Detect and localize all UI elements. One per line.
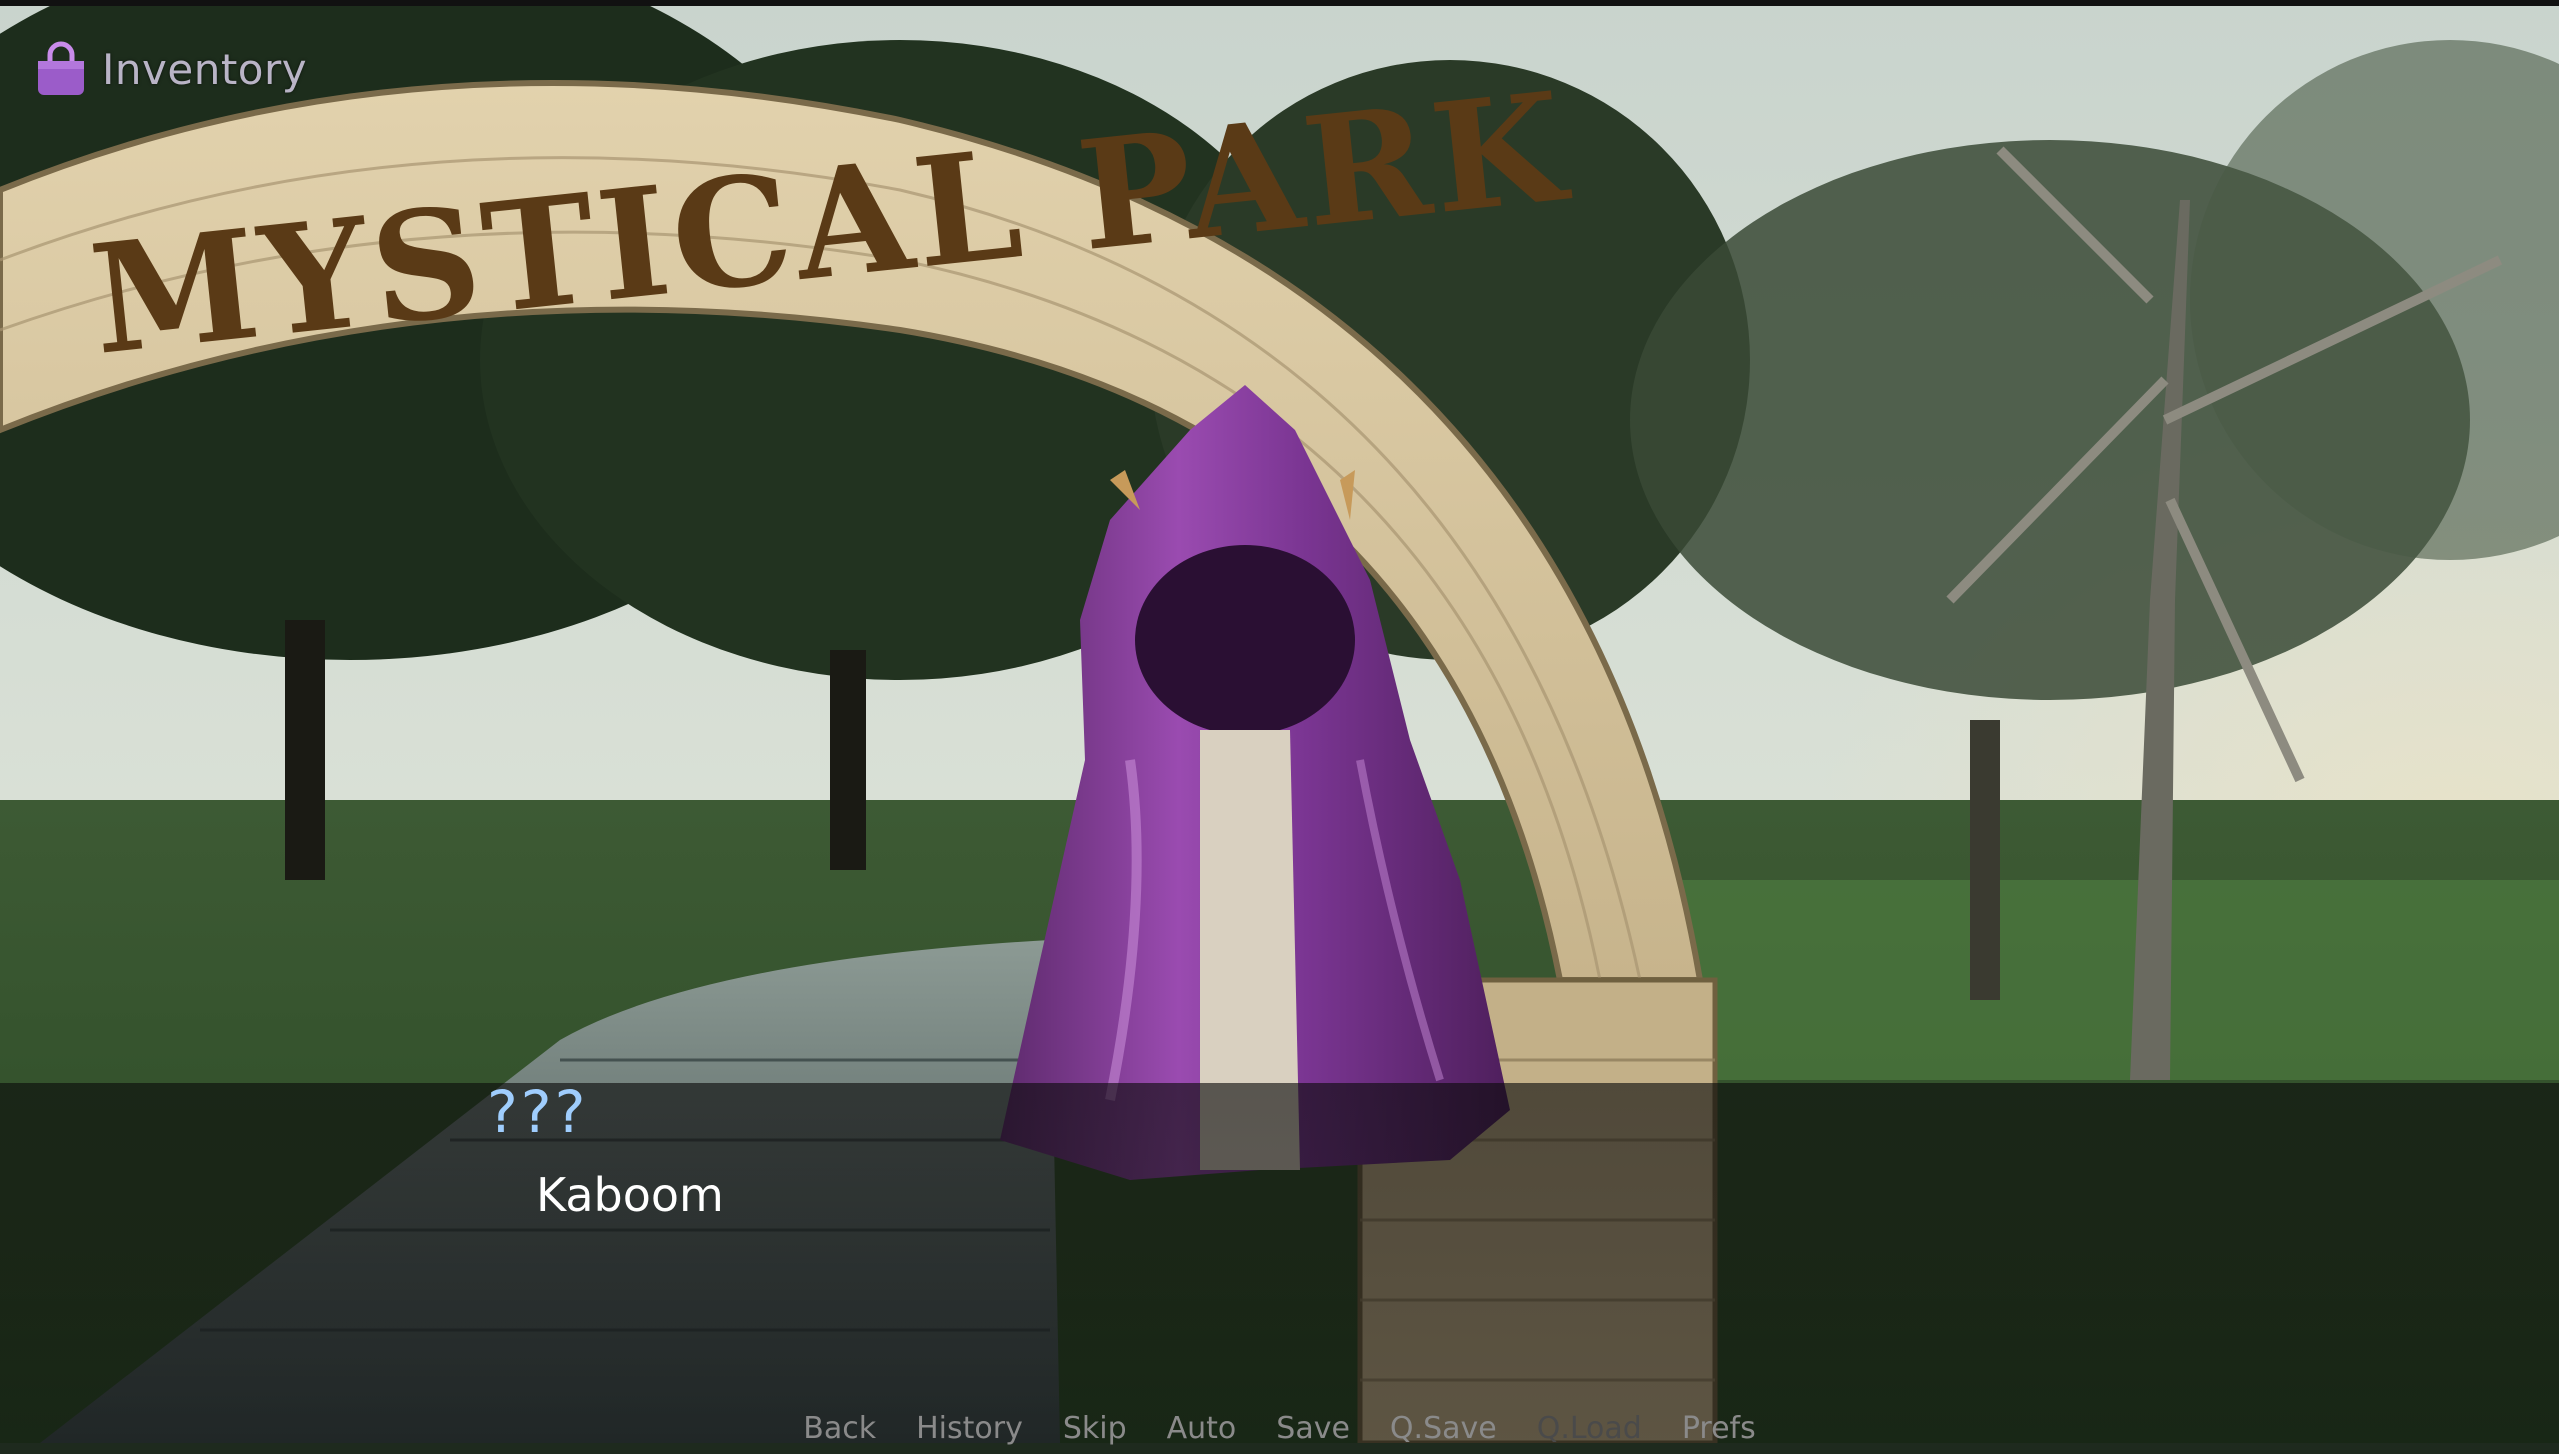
quick-load-button[interactable]: Q.Load [1517,1404,1662,1446]
dialogue-text: Kaboom [536,1168,724,1222]
back-button[interactable]: Back [783,1404,896,1446]
dialogue-box[interactable] [0,1083,2559,1443]
prefs-button[interactable]: Prefs [1662,1404,1776,1446]
history-button[interactable]: History [896,1404,1043,1446]
top-border [0,0,2559,6]
quick-save-button[interactable]: Q.Save [1370,1404,1517,1446]
inventory-label: Inventory [102,44,308,94]
speaker-name: ??? [487,1078,589,1146]
quick-menu: Back History Skip Auto Save Q.Save Q.Loa… [0,1404,2559,1446]
auto-button[interactable]: Auto [1147,1404,1257,1446]
save-button[interactable]: Save [1256,1404,1370,1446]
shopping-bag-icon [38,41,84,95]
skip-button[interactable]: Skip [1043,1404,1147,1446]
inventory-button[interactable]: Inventory [34,38,307,100]
